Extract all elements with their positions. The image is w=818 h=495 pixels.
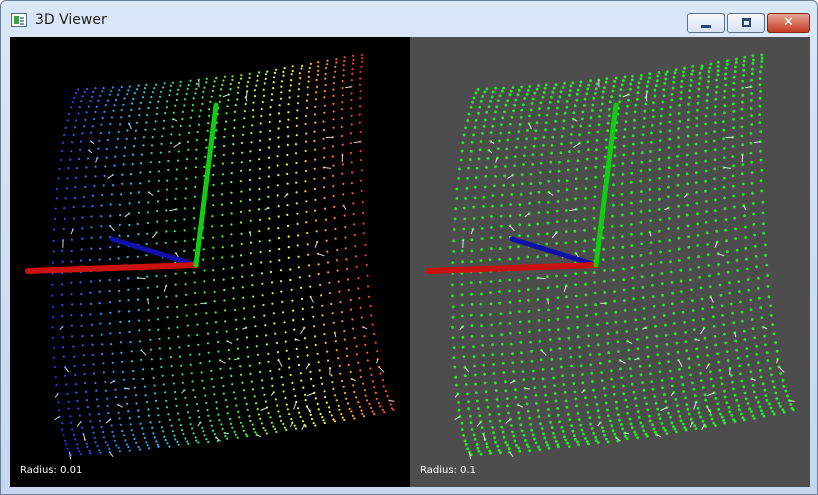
point-cloud	[51, 53, 395, 456]
maximize-button[interactable]	[727, 13, 765, 33]
minimize-icon	[701, 25, 711, 28]
title-bar[interactable]: 3D Viewer ✕	[1, 1, 817, 37]
window-title: 3D Viewer	[35, 12, 107, 28]
x-axis	[425, 262, 599, 274]
viewport-left[interactable]: Radius: 0.01	[10, 37, 410, 487]
app-window-icon	[11, 13, 27, 27]
z-axis	[109, 236, 199, 268]
radius-label-left: Radius: 0.01	[20, 465, 83, 476]
point-cloud-canvas-left[interactable]	[10, 37, 410, 487]
close-button[interactable]: ✕	[767, 13, 810, 33]
radius-label-right: Radius: 0.1	[420, 465, 476, 476]
viewer-window: 3D Viewer ✕ Radius: 0.01 Radius: 0.1	[0, 0, 818, 495]
close-icon: ✕	[783, 15, 794, 30]
point-cloud-canvas-right[interactable]	[410, 37, 810, 487]
maximize-icon	[742, 18, 751, 27]
x-axis	[25, 262, 199, 274]
viewer-client-area: Radius: 0.01 Radius: 0.1	[10, 37, 810, 487]
point-cloud	[450, 53, 795, 457]
viewport-right[interactable]: Radius: 0.1	[410, 37, 810, 487]
minimize-button[interactable]	[687, 13, 725, 33]
coordinate-axes	[25, 102, 219, 274]
